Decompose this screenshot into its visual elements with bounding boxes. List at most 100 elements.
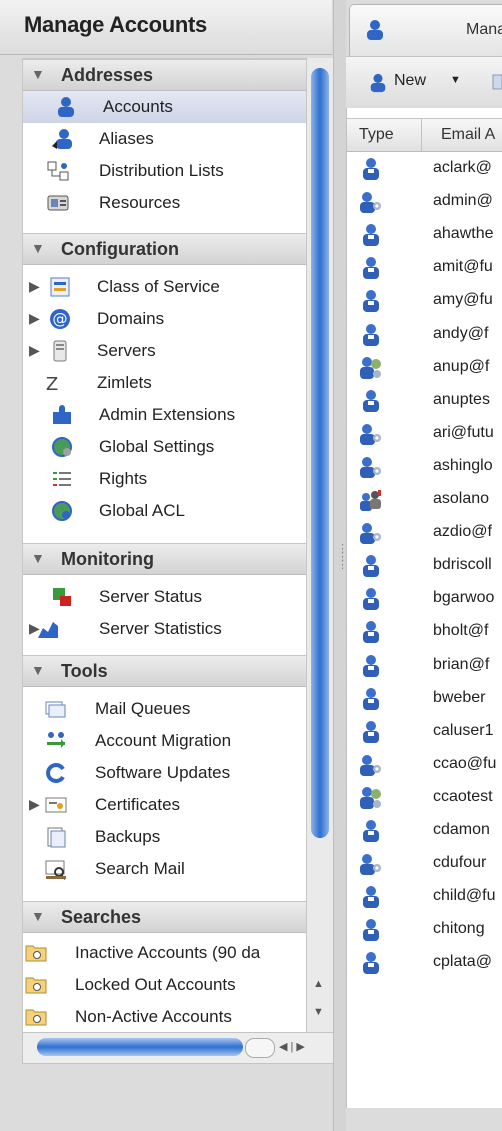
table-row[interactable]: caluser1 bbox=[347, 715, 502, 748]
table-row[interactable]: bgarwoo bbox=[347, 582, 502, 615]
user-account-icon bbox=[359, 256, 383, 280]
tree-item-class-of-service[interactable]: ▶ Class of Service bbox=[23, 271, 306, 303]
tree-item-locked-out-accounts[interactable]: Locked Out Accounts bbox=[23, 969, 306, 1001]
collapse-triangle-icon[interactable]: ▼ bbox=[31, 908, 45, 924]
email-cell: ashinglo bbox=[433, 456, 493, 474]
tree-item-search-mail[interactable]: Search Mail bbox=[23, 853, 306, 885]
tree-item-label: Certificates bbox=[95, 795, 181, 814]
accounts-grid: Type Email A aclark@ admin@ ahawthe amit@fu… bbox=[346, 108, 502, 1108]
collapse-triangle-icon[interactable]: ▼ bbox=[31, 550, 45, 566]
tab-manage-accounts[interactable]: Mana bbox=[349, 4, 502, 57]
table-row[interactable]: asolano bbox=[347, 483, 502, 516]
tree-item-mail-queues[interactable]: Mail Queues bbox=[23, 693, 306, 725]
collapse-triangle-icon[interactable]: ▼ bbox=[31, 66, 45, 82]
tree-item-backups[interactable]: Backups bbox=[23, 821, 306, 853]
tree-item-non-active-accounts[interactable]: Non-Active Accounts bbox=[23, 1001, 306, 1033]
pane-splitter[interactable]: ⋮ ⋮ ⋮ bbox=[333, 0, 348, 1131]
expand-arrow-icon[interactable]: ▶ bbox=[29, 278, 40, 295]
tree-item-account-migration[interactable]: Account Migration bbox=[23, 725, 306, 757]
tree-item-global-settings[interactable]: Global Settings bbox=[23, 431, 306, 463]
expand-arrow-icon[interactable]: ▶ bbox=[29, 342, 40, 359]
tree-item-aliases[interactable]: Aliases bbox=[23, 123, 306, 155]
table-row[interactable]: cplata@ bbox=[347, 946, 502, 979]
tree-item-rights[interactable]: Rights bbox=[23, 463, 306, 495]
table-row[interactable]: andy@f bbox=[347, 318, 502, 351]
table-row[interactable]: azdio@f bbox=[347, 516, 502, 549]
table-row[interactable]: bdriscoll bbox=[347, 549, 502, 582]
tree-item-admin-extensions[interactable]: Admin Extensions bbox=[23, 399, 306, 431]
horizontal-scroll-arrows[interactable]: ◀ | ▶ bbox=[279, 1040, 305, 1053]
table-row[interactable]: ccaotest bbox=[347, 781, 502, 814]
table-row[interactable]: cdufour bbox=[347, 847, 502, 880]
email-cell: caluser1 bbox=[433, 721, 494, 739]
tree-item-servers[interactable]: ▶ Servers bbox=[23, 335, 306, 367]
table-row[interactable]: ahawthe bbox=[347, 218, 502, 251]
expand-arrow-icon[interactable]: ▶ bbox=[29, 310, 40, 327]
table-row[interactable]: amy@fu bbox=[347, 284, 502, 317]
user-account-icon bbox=[359, 323, 383, 347]
tree-item-label: Admin Extensions bbox=[99, 405, 236, 424]
email-cell: admin@ bbox=[433, 192, 493, 210]
tree-item-server-status[interactable]: Server Status bbox=[23, 581, 306, 613]
email-cell: bgarwoo bbox=[433, 589, 495, 607]
table-row[interactable]: anuptes bbox=[347, 384, 502, 417]
section-header-tools[interactable]: ▼ Tools bbox=[23, 655, 306, 687]
scroll-up-icon[interactable]: ▲ bbox=[313, 978, 324, 990]
table-row[interactable]: child@fu bbox=[347, 880, 502, 913]
email-cell: ccaotest bbox=[433, 787, 493, 805]
table-row[interactable]: bweber bbox=[347, 682, 502, 715]
table-row[interactable]: ari@futu bbox=[347, 417, 502, 450]
section-header-addresses[interactable]: ▼ Addresses bbox=[23, 59, 306, 91]
column-type[interactable]: Type bbox=[359, 126, 394, 144]
email-cell: cdamon bbox=[433, 821, 490, 838]
tree-vertical-scrollbar[interactable]: ▲ ▼ bbox=[306, 58, 333, 1032]
email-cell: asolano bbox=[433, 490, 490, 507]
tree-item-software-updates[interactable]: Software Updates bbox=[23, 757, 306, 789]
chevron-down-icon[interactable]: ▼ bbox=[450, 74, 461, 86]
horizontal-scroll-thumb[interactable] bbox=[37, 1038, 243, 1056]
tree-item-distribution-lists[interactable]: Distribution Lists bbox=[23, 155, 306, 187]
tree-item-label: Resources bbox=[99, 193, 181, 212]
tree-item-label: Server Status bbox=[99, 587, 202, 606]
new-button[interactable]: New ▼ bbox=[364, 69, 474, 97]
collapse-triangle-icon[interactable]: ▼ bbox=[31, 240, 45, 256]
expand-arrow-icon[interactable]: ▶ bbox=[29, 796, 40, 813]
table-row[interactable]: ccao@fu bbox=[347, 748, 502, 781]
table-row[interactable]: admin@ bbox=[347, 185, 502, 218]
table-row[interactable]: aclark@ bbox=[347, 152, 502, 185]
tree-item-global-acl[interactable]: Global ACL bbox=[23, 495, 306, 527]
tree-item-zimlets[interactable]: Z Zimlets bbox=[23, 367, 306, 399]
tree-item-inactive-accounts-90-da[interactable]: Inactive Accounts (90 da bbox=[23, 937, 306, 969]
tree-item-domains[interactable]: ▶ @ Domains bbox=[23, 303, 306, 335]
scroll-down-icon[interactable]: ▼ bbox=[313, 1006, 324, 1018]
tree-item-certificates[interactable]: ▶ Certificates bbox=[23, 789, 306, 821]
tree-item-resources[interactable]: Resources bbox=[23, 187, 306, 219]
collapse-triangle-icon[interactable]: ▼ bbox=[31, 662, 45, 678]
horizontal-scroll-track-end bbox=[245, 1038, 275, 1058]
tree-horizontal-scrollbar[interactable]: ◀ | ▶ bbox=[22, 1032, 334, 1064]
server-icon bbox=[49, 340, 71, 362]
table-row[interactable]: bholt@f bbox=[347, 615, 502, 648]
table-row[interactable]: ashinglo bbox=[347, 450, 502, 483]
section-header-searches[interactable]: ▼ Searches bbox=[23, 901, 306, 933]
table-row[interactable]: amit@fu bbox=[347, 251, 502, 284]
column-separator[interactable] bbox=[421, 119, 422, 151]
table-row[interactable]: chitong bbox=[347, 913, 502, 946]
email-cell: ccao@fu bbox=[433, 754, 497, 772]
email-cell: aclark@ bbox=[433, 159, 492, 176]
tree-item-server-statistics[interactable]: ▶ Server Statistics bbox=[23, 613, 306, 645]
table-row[interactable]: brian@f bbox=[347, 649, 502, 682]
email-cell: cdufour bbox=[433, 854, 487, 872]
section-header-configuration[interactable]: ▼ Configuration bbox=[23, 233, 306, 265]
tree-scroll-thumb[interactable] bbox=[311, 68, 329, 838]
tree-item-label: Servers bbox=[97, 341, 156, 360]
new-button-label: New bbox=[394, 72, 427, 89]
user-account-icon bbox=[359, 918, 383, 942]
tree-item-accounts[interactable]: Accounts bbox=[23, 91, 306, 123]
table-row[interactable]: anup@f bbox=[347, 351, 502, 384]
tree-item-label: Distribution Lists bbox=[99, 161, 224, 180]
column-email[interactable]: Email A bbox=[441, 126, 495, 144]
section-header-monitoring[interactable]: ▼ Monitoring bbox=[23, 543, 306, 575]
table-row[interactable]: cdamon bbox=[347, 814, 502, 847]
toolbar-next-icon[interactable] bbox=[490, 69, 502, 97]
